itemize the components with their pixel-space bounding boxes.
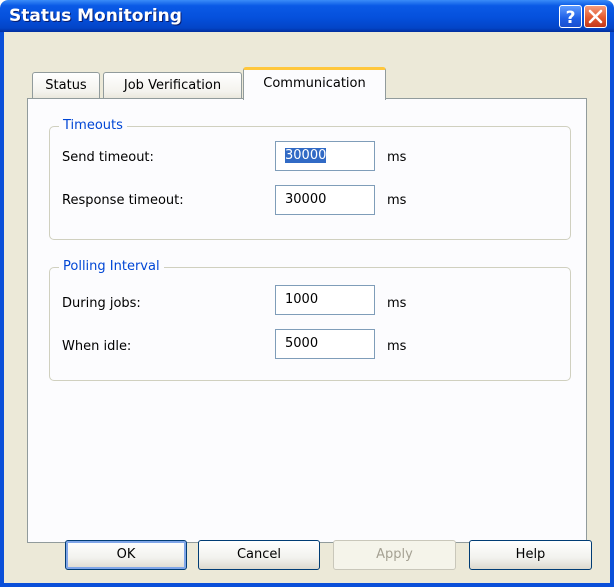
timeouts-legend: Timeouts: [59, 117, 127, 135]
title-bar[interactable]: Status Monitoring ?: [0, 0, 614, 32]
send-timeout-value: 30000: [285, 148, 327, 163]
dialog-window: Status Monitoring ? Status Job Verificat…: [0, 0, 614, 587]
cancel-button[interactable]: Cancel: [198, 540, 320, 570]
send-timeout-input[interactable]: 30000: [275, 141, 375, 171]
tab-status[interactable]: Status: [32, 72, 100, 99]
tab-job-verification[interactable]: Job Verification: [103, 72, 242, 99]
window-frame-right: [610, 32, 614, 587]
send-timeout-label: Send timeout:: [62, 150, 154, 165]
ok-button[interactable]: OK: [65, 540, 187, 570]
response-timeout-input[interactable]: 30000: [275, 185, 375, 215]
send-timeout-unit: ms: [387, 150, 407, 165]
response-timeout-label: Response timeout:: [62, 193, 184, 208]
window-frame-left: [0, 32, 4, 587]
close-icon: [588, 9, 603, 24]
when-idle-label: When idle:: [62, 339, 132, 354]
help-title-button[interactable]: ?: [559, 5, 582, 28]
during-jobs-label: During jobs:: [62, 296, 141, 311]
help-button[interactable]: Help: [469, 540, 592, 570]
response-timeout-unit: ms: [387, 193, 407, 208]
close-title-button[interactable]: [584, 5, 607, 28]
window-title: Status Monitoring: [9, 6, 182, 26]
during-jobs-unit: ms: [387, 296, 407, 311]
when-idle-input[interactable]: 5000: [275, 329, 375, 359]
question-icon: ?: [566, 8, 576, 27]
when-idle-unit: ms: [387, 339, 407, 354]
svg-text:?: ?: [566, 8, 576, 27]
polling-interval-legend: Polling Interval: [59, 258, 164, 276]
tab-communication[interactable]: Communication: [243, 67, 386, 100]
during-jobs-input[interactable]: 1000: [275, 285, 375, 315]
apply-button[interactable]: Apply: [333, 540, 456, 570]
window-frame-bottom: [0, 583, 614, 587]
